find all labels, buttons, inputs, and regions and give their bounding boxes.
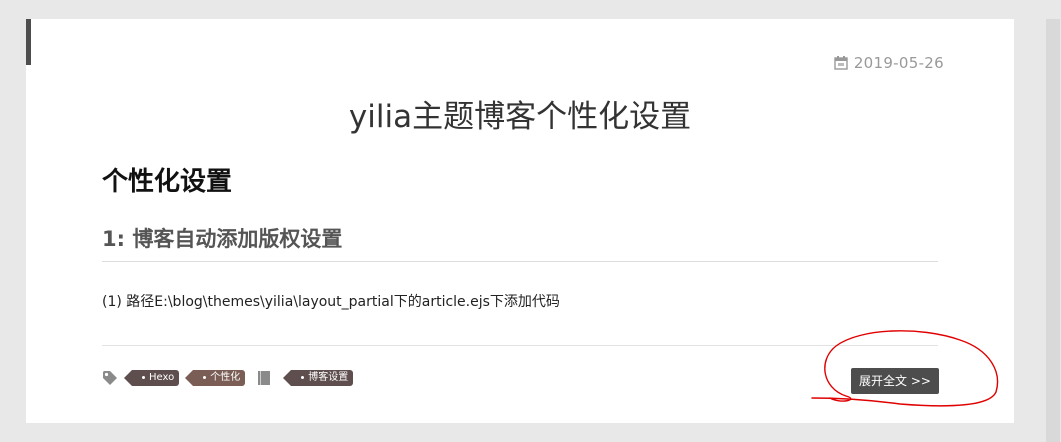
- post-excerpt: (1) 路径E:\blog\themes\yilia\layout_partia…: [102, 294, 560, 310]
- post-title[interactable]: yilia主题博客个性化设置: [26, 91, 1014, 136]
- divider: [102, 345, 938, 346]
- category-label: 博客设置: [308, 372, 349, 383]
- book-icon: [258, 371, 271, 385]
- tag-icon: [103, 371, 117, 385]
- tag-dot: [203, 375, 207, 379]
- subsection-heading: 1: 博客自动添加版权设置: [102, 223, 938, 262]
- date-text: 2019-05-26: [853, 54, 944, 72]
- post-date: 2019-05-26: [834, 54, 944, 72]
- accent-bar: [26, 19, 31, 65]
- tag-label: Hexo: [149, 372, 175, 383]
- tag-dot: [142, 375, 145, 379]
- post-meta: Hexo 个性化 博客设置: [102, 370, 354, 386]
- section-heading: 个性化设置: [102, 167, 233, 197]
- tag-dot: [301, 375, 305, 379]
- read-more-button[interactable]: 展开全文 >>: [851, 368, 939, 394]
- post-card: 2019-05-26 yilia主题博客个性化设置 个性化设置 1: 博客自动添…: [26, 19, 1014, 423]
- scrollbar[interactable]: [1045, 19, 1061, 442]
- tag-hexo[interactable]: Hexo: [123, 370, 180, 386]
- tag-label: 个性化: [210, 372, 241, 383]
- tag-personalize[interactable]: 个性化: [185, 370, 246, 386]
- scrollbar-thumb[interactable]: [1046, 19, 1060, 442]
- calendar-icon: [834, 56, 848, 70]
- category-blog-settings[interactable]: 博客设置: [283, 370, 354, 386]
